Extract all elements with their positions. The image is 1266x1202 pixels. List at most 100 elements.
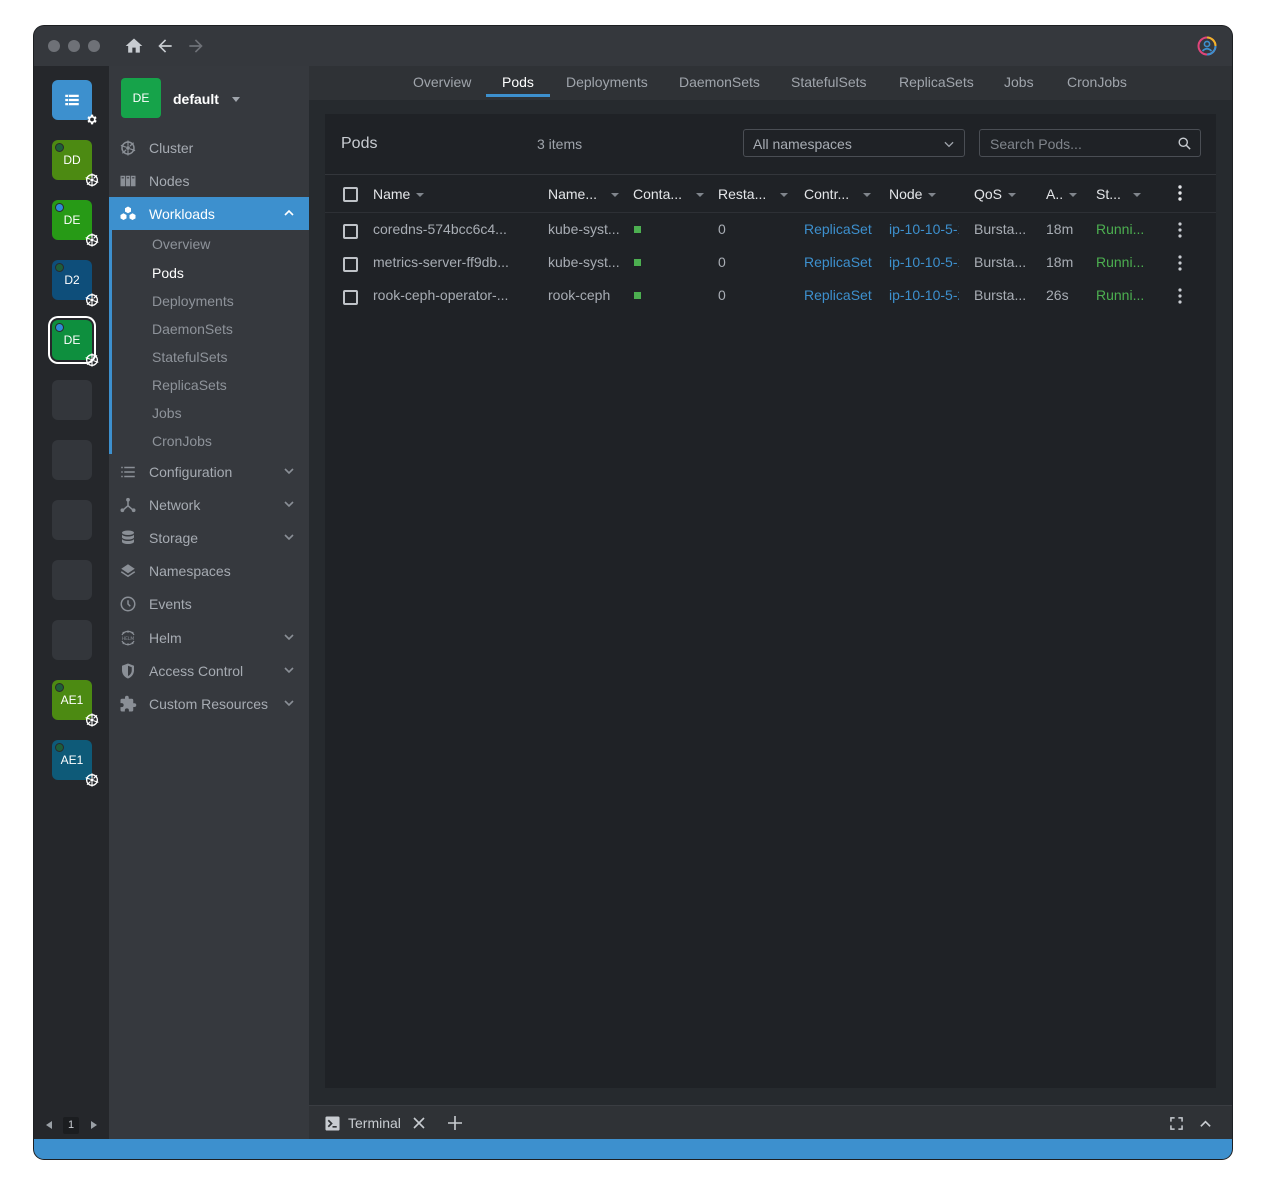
- column-label: Name: [373, 186, 411, 202]
- sidebar-item-events[interactable]: Events: [109, 587, 309, 620]
- hotbar-empty-slot[interactable]: [52, 380, 92, 420]
- controller-link[interactable]: ReplicaSet: [804, 287, 872, 303]
- hotbar-empty-slot[interactable]: [52, 620, 92, 660]
- sidebar-item-storage[interactable]: Storage: [109, 521, 309, 554]
- chevron-down-icon[interactable]: [281, 463, 297, 479]
- tab-overview[interactable]: Overview: [413, 74, 471, 90]
- chevron-down-icon[interactable]: [281, 662, 297, 678]
- column-header-node[interactable]: Node: [889, 186, 937, 202]
- hotbar-label: DE: [63, 213, 81, 227]
- tab-statefulsets[interactable]: StatefulSets: [791, 74, 867, 90]
- user-avatar-icon[interactable]: [1197, 36, 1217, 56]
- sidebar-subitem-overview[interactable]: Overview: [152, 236, 210, 252]
- hotbar-cluster-ae1[interactable]: AE1: [52, 680, 99, 727]
- select-all-checkbox[interactable]: [343, 187, 358, 202]
- node-link[interactable]: ip-10-10-5-1: [889, 254, 959, 270]
- row-menu-icon[interactable]: [1178, 222, 1182, 238]
- chevron-down-icon[interactable]: [281, 629, 297, 645]
- node-link[interactable]: ip-10-10-5-2: [889, 287, 959, 303]
- sidebar-item-configuration[interactable]: Configuration: [109, 455, 309, 488]
- hotbar-empty-slot[interactable]: [52, 440, 92, 480]
- close-icon[interactable]: [413, 1117, 425, 1129]
- minimize-window-dot[interactable]: [68, 40, 80, 52]
- add-terminal-icon[interactable]: [448, 1116, 462, 1130]
- sidebar-subitem-statefulsets[interactable]: StatefulSets: [152, 349, 228, 365]
- column-header-qos[interactable]: QoS: [974, 186, 1017, 202]
- maximize-window-dot[interactable]: [88, 40, 100, 52]
- hotbar-cluster-ae1[interactable]: AE1: [52, 740, 99, 787]
- hotbar-cluster-d2[interactable]: D2: [52, 260, 99, 307]
- fullscreen-icon[interactable]: [1170, 1117, 1183, 1130]
- home-icon[interactable]: [124, 36, 144, 56]
- sidebar-item-workloads[interactable]: Workloads: [109, 197, 309, 230]
- tab-jobs[interactable]: Jobs: [1004, 74, 1034, 90]
- chevron-down-icon[interactable]: [281, 496, 297, 512]
- chevron-down-icon[interactable]: [281, 529, 297, 545]
- column-label: QoS: [974, 186, 1003, 202]
- column-header-status[interactable]: St...: [1096, 186, 1141, 202]
- hotbar-cluster-de[interactable]: DE: [52, 200, 99, 247]
- column-header-namespace[interactable]: Name...: [548, 186, 620, 202]
- row-checkbox[interactable]: [343, 224, 358, 239]
- chevron-up-icon[interactable]: [1199, 1117, 1212, 1130]
- chevron-down-icon[interactable]: [281, 695, 297, 711]
- chevron-up-icon[interactable]: [281, 205, 297, 221]
- sidebar-item-cluster[interactable]: Cluster: [109, 131, 309, 164]
- cluster-name[interactable]: default: [173, 91, 219, 107]
- hotbar-next-icon[interactable]: [89, 1120, 99, 1130]
- back-arrow-icon[interactable]: [155, 36, 175, 56]
- sidebar-subitem-daemonsets[interactable]: DaemonSets: [152, 321, 233, 337]
- divider: [325, 212, 1216, 213]
- sidebar-subitem-jobs[interactable]: Jobs: [152, 405, 182, 421]
- namespace-select[interactable]: All namespaces: [743, 129, 965, 157]
- tab-cronjobs[interactable]: CronJobs: [1067, 74, 1127, 90]
- row-checkbox[interactable]: [343, 257, 358, 272]
- column-header-controlled-by[interactable]: Contr...: [804, 186, 872, 202]
- container-status-indicator[interactable]: [634, 292, 641, 299]
- sidebar-item-access-control[interactable]: Access Control: [109, 654, 309, 687]
- cluster-badge[interactable]: DE: [121, 78, 161, 118]
- column-header-restarts[interactable]: Resta...: [718, 186, 789, 202]
- hotbar-cluster-de-active[interactable]: DE: [52, 320, 99, 367]
- search-pods-field[interactable]: Search Pods...: [979, 129, 1201, 157]
- tab-pods[interactable]: Pods: [502, 74, 534, 90]
- catalog-button[interactable]: [52, 80, 97, 125]
- terminal-tab[interactable]: Terminal: [348, 1115, 401, 1131]
- container-status-indicator[interactable]: [634, 259, 641, 266]
- hotbar-empty-slot[interactable]: [52, 560, 92, 600]
- cluster-dropdown-icon[interactable]: [232, 97, 240, 102]
- search-placeholder: Search Pods...: [990, 136, 1082, 152]
- container-status-indicator[interactable]: [634, 226, 641, 233]
- hotbar-cluster-dd[interactable]: DD: [52, 140, 99, 187]
- tab-replicasets[interactable]: ReplicaSets: [899, 74, 974, 90]
- close-window-dot[interactable]: [48, 40, 60, 52]
- row-checkbox[interactable]: [343, 290, 358, 305]
- tab-daemonsets[interactable]: DaemonSets: [679, 74, 760, 90]
- sidebar-subitem-cronjobs[interactable]: CronJobs: [152, 433, 212, 449]
- column-header-age[interactable]: A..: [1046, 186, 1078, 202]
- hotbar-empty-slot[interactable]: [52, 500, 92, 540]
- hotbar-prev-icon[interactable]: [44, 1120, 54, 1130]
- sidebar-item-network[interactable]: Network: [109, 488, 309, 521]
- node-link[interactable]: ip-10-10-5-1: [889, 221, 959, 237]
- column-header-name[interactable]: Name: [373, 186, 425, 202]
- pod-age: 18m: [1046, 254, 1074, 270]
- pod-restarts: 0: [718, 254, 726, 270]
- sidebar-subitem-pods[interactable]: Pods: [152, 265, 184, 281]
- column-header-containers[interactable]: Conta...: [633, 186, 705, 202]
- controller-link[interactable]: ReplicaSet: [804, 254, 872, 270]
- sidebar-item-custom-resources[interactable]: Custom Resources: [109, 687, 309, 720]
- sidebar-subitem-replicasets[interactable]: ReplicaSets: [152, 377, 227, 393]
- search-icon[interactable]: [1177, 136, 1192, 151]
- sidebar-item-helm[interactable]: HELM Helm: [109, 621, 309, 654]
- row-menu-icon[interactable]: [1178, 288, 1182, 304]
- column-label: Contr...: [804, 186, 850, 202]
- tab-deployments[interactable]: Deployments: [566, 74, 648, 90]
- sidebar-subitem-deployments[interactable]: Deployments: [152, 293, 234, 309]
- sidebar-item-nodes[interactable]: Nodes: [109, 164, 309, 197]
- sidebar-item-namespaces[interactable]: Namespaces: [109, 554, 309, 587]
- row-menu-icon[interactable]: [1178, 255, 1182, 271]
- controller-link[interactable]: ReplicaSet: [804, 221, 872, 237]
- forward-arrow-icon[interactable]: [186, 36, 206, 56]
- column-menu-icon[interactable]: [1178, 185, 1182, 201]
